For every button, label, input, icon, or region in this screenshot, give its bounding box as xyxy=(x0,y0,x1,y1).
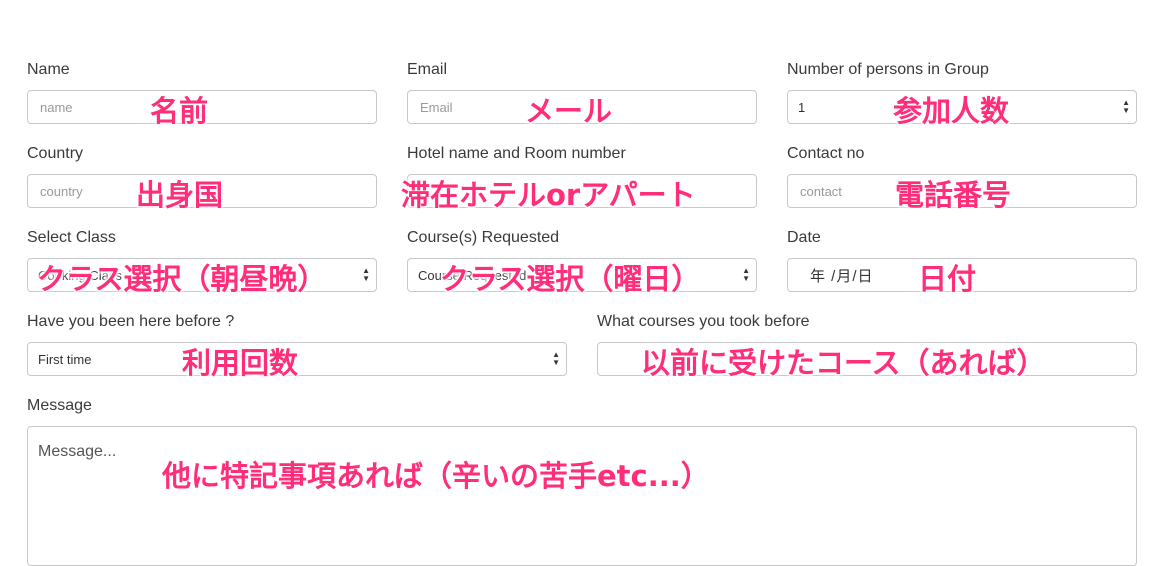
been-here-label: Have you been here before ? xyxy=(27,313,235,330)
up-down-arrows-icon: ▲ ▼ xyxy=(362,266,370,283)
contact-label: Contact no xyxy=(787,145,865,162)
country-label: Country xyxy=(27,145,84,162)
email-input[interactable] xyxy=(407,90,757,124)
email-label: Email xyxy=(407,61,448,78)
been-here-select-value: First time xyxy=(38,351,92,367)
select-class-value: Cooking Class xyxy=(38,267,122,283)
message-textarea[interactable] xyxy=(27,426,1137,566)
select-class-select[interactable]: Cooking Class ▲ ▼ xyxy=(27,258,377,292)
up-down-arrows-icon: ▲ ▼ xyxy=(1122,98,1130,115)
courses-label: Course(s) Requested xyxy=(407,229,560,246)
been-here-select[interactable]: First time ▲ ▼ xyxy=(27,342,567,376)
country-input[interactable] xyxy=(27,174,377,208)
contact-input[interactable] xyxy=(787,174,1137,208)
persons-select[interactable]: 1 ▲ ▼ xyxy=(787,90,1137,124)
hotel-input[interactable] xyxy=(407,174,757,208)
date-input[interactable]: 年 /月/日 xyxy=(787,258,1137,292)
name-label: Name xyxy=(27,61,70,78)
message-label: Message xyxy=(27,397,92,414)
persons-select-value: 1 xyxy=(798,99,806,115)
name-input[interactable] xyxy=(27,90,377,124)
up-down-arrows-icon: ▲ ▼ xyxy=(742,266,750,283)
select-class-label: Select Class xyxy=(27,229,116,246)
persons-label: Number of persons in Group xyxy=(787,61,989,78)
courses-before-input[interactable] xyxy=(597,342,1137,376)
date-label: Date xyxy=(787,229,821,246)
courses-before-label: What courses you took before xyxy=(597,313,810,330)
up-down-arrows-icon: ▲ ▼ xyxy=(552,350,560,367)
date-placeholder: 年 /月/日 xyxy=(810,267,874,285)
courses-select[interactable]: Course Requested ▲ ▼ xyxy=(407,258,757,292)
courses-select-value: Course Requested xyxy=(418,267,527,283)
hotel-label: Hotel name and Room number xyxy=(407,145,626,162)
